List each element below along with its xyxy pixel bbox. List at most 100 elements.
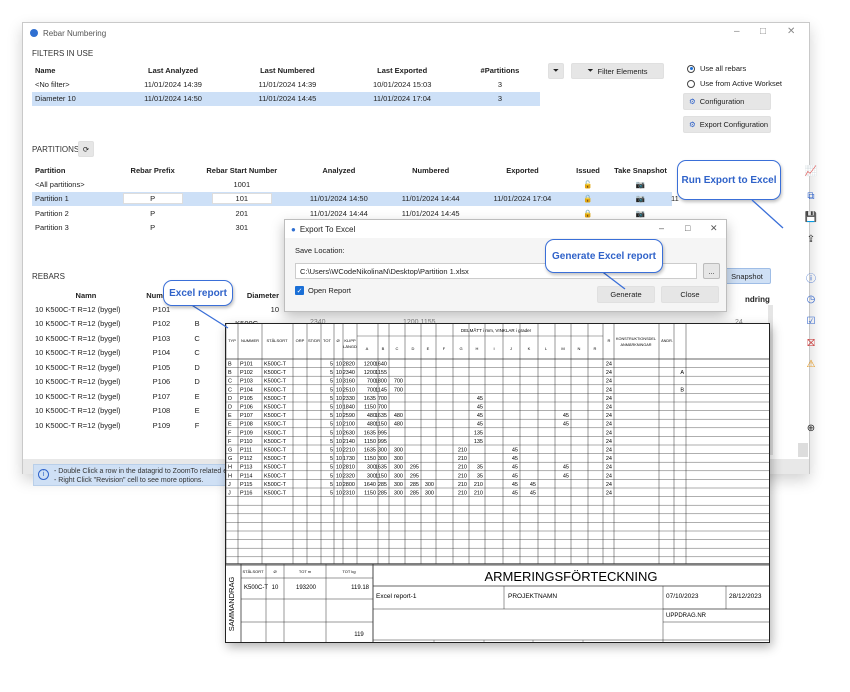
configuration-button[interactable]: ⚙ Configuration bbox=[683, 93, 771, 110]
report-cell: E bbox=[228, 413, 232, 419]
table-row[interactable]: <No filter> 11/01/2024 14:39 11/01/2024 14… bbox=[32, 77, 540, 92]
col-header: Last Numbered bbox=[260, 65, 315, 75]
window-title: Rebar Numbering bbox=[43, 28, 107, 38]
report-header: KONSTRUKTIONSDEL bbox=[616, 337, 656, 341]
report-cell: 300 bbox=[394, 473, 403, 479]
prefix-input[interactable]: P bbox=[122, 193, 183, 205]
report-cell: K500C-T bbox=[264, 405, 287, 411]
report-header: LÄNGD bbox=[343, 344, 357, 349]
column-header-ndring: ndring bbox=[745, 295, 770, 304]
col-header: Analyzed bbox=[322, 165, 356, 175]
report-cell: K500C-T bbox=[264, 422, 287, 428]
filter-elements-button[interactable]: ⏷ Filter Elements bbox=[571, 63, 664, 79]
callout-run-export: Run Export to Excel bbox=[677, 160, 781, 200]
report-cell: 1640 bbox=[375, 362, 387, 368]
report-cell: 45 bbox=[477, 396, 483, 402]
check-icon[interactable]: ☑ bbox=[803, 313, 819, 329]
side-panel-button[interactable] bbox=[798, 443, 808, 457]
report-header: DELMÅTT i mm, VINKLAR i grader bbox=[461, 327, 532, 333]
cell: Partition 1 bbox=[32, 191, 116, 206]
report-cell: 45 bbox=[512, 473, 518, 479]
cell: 10 K500C-T R=12 (bygel) bbox=[35, 304, 121, 314]
report-cell: UPPDRAG.NR bbox=[666, 613, 707, 619]
radio-active-workset[interactable]: Use from Active Workset bbox=[687, 79, 782, 88]
cell: P bbox=[150, 223, 156, 233]
lock-icon: 🔒 bbox=[567, 191, 609, 206]
warning-icon[interactable]: ⚠ bbox=[803, 356, 819, 372]
chart-icon[interactable]: 📈 bbox=[803, 163, 819, 179]
save-icon[interactable]: 💾 bbox=[803, 209, 819, 225]
dialog-minimize-button[interactable]: – bbox=[659, 223, 664, 233]
dialog-close-text-button[interactable]: Close bbox=[661, 286, 719, 303]
col-header: Exported bbox=[506, 165, 539, 175]
info-line: - Right Click "Revision" cell to see mor… bbox=[54, 477, 204, 484]
filter-icon-button[interactable]: ⏷ bbox=[548, 63, 564, 79]
report-cell: 2320 bbox=[343, 473, 355, 479]
report-cell: 285 bbox=[378, 482, 387, 488]
report-cell: P105 bbox=[240, 396, 253, 402]
configuration-label: Configuration bbox=[699, 97, 745, 106]
report-cell: H bbox=[228, 465, 232, 471]
report-cell: 295 bbox=[410, 465, 419, 471]
cell: Diameter 10 bbox=[32, 91, 116, 106]
report-header: K bbox=[528, 346, 531, 351]
cell: 10 K500C-T R=12 (bygel) bbox=[35, 420, 121, 430]
col-header: Partition bbox=[35, 165, 66, 175]
close-button[interactable]: ✕ bbox=[787, 26, 795, 37]
snapshot-button[interactable]: Snapshot bbox=[723, 268, 771, 284]
report-cell: H bbox=[228, 473, 232, 479]
camera-icon[interactable]: 📷 bbox=[609, 177, 672, 192]
report-cell: 24 bbox=[606, 379, 612, 385]
report-header: M bbox=[561, 346, 564, 351]
report-cell: 300 bbox=[394, 448, 403, 454]
start-number-input[interactable]: 101 bbox=[211, 193, 272, 205]
report-cell: 10 bbox=[336, 482, 342, 488]
cell: D bbox=[194, 362, 200, 372]
report-cell: 10 bbox=[336, 491, 342, 497]
report-cell: P104 bbox=[240, 387, 253, 393]
dialog-close-button[interactable]: ✕ bbox=[710, 223, 718, 234]
table-row[interactable]: Partition 1 P 101 11/01/2024 14:50 11/01/202… bbox=[32, 191, 672, 206]
report-cell: G bbox=[228, 456, 232, 462]
report-cell: 10 bbox=[336, 405, 342, 411]
export-icon[interactable]: ⇪ bbox=[803, 231, 819, 247]
report-cell: 285 bbox=[410, 482, 419, 488]
dialog-maximize-button[interactable]: □ bbox=[685, 223, 690, 233]
export-configuration-button[interactable]: ⚙ Export Configuration bbox=[683, 116, 771, 133]
maximize-button[interactable]: □ bbox=[760, 26, 766, 37]
table-row[interactable]: 10 K500C-T R=12 (bygel) P101 10 bbox=[32, 302, 282, 317]
cell: 10 K500C-T R=12 (bygel) bbox=[35, 391, 121, 401]
report-cell: 210 bbox=[458, 491, 467, 497]
report-header: R bbox=[594, 346, 597, 351]
minimize-button[interactable]: – bbox=[734, 26, 740, 37]
browse-button[interactable]: ... bbox=[703, 263, 720, 279]
table-row[interactable]: Diameter 10 11/01/2024 14:50 11/01/2024 14… bbox=[32, 91, 540, 106]
generate-button[interactable]: Generate bbox=[597, 286, 655, 303]
report-cell: B bbox=[228, 370, 232, 376]
copy-icon[interactable]: ⧉ bbox=[803, 188, 819, 204]
report-cell: 210 bbox=[474, 491, 483, 497]
report-header: ORP bbox=[296, 338, 305, 343]
refresh-button[interactable]: ⟳ bbox=[78, 141, 94, 157]
open-report-checkbox[interactable]: ✓ Open Report bbox=[295, 286, 351, 295]
report-cell: 119.18 bbox=[351, 585, 370, 591]
report-cell: 45 bbox=[512, 448, 518, 454]
cell: C bbox=[194, 348, 200, 358]
report-cell: D bbox=[228, 405, 232, 411]
report-cell: 3160 bbox=[343, 379, 355, 385]
report-header: TOT m bbox=[299, 569, 312, 574]
report-cell: 5 bbox=[330, 370, 333, 376]
table-row[interactable]: <All partitions> 1001 🔓 📷 bbox=[32, 177, 672, 192]
radio-use-all[interactable]: Use all rebars bbox=[687, 64, 746, 73]
error-icon[interactable]: ⛝ bbox=[803, 335, 819, 351]
report-cell: 45 bbox=[512, 465, 518, 471]
clock-icon[interactable]: ◷ bbox=[803, 291, 819, 307]
zoom-icon[interactable]: ⊕ bbox=[803, 420, 819, 436]
report-cell: 5 bbox=[330, 465, 333, 471]
camera-icon[interactable]: 📷 bbox=[608, 191, 672, 206]
cell: <All partitions> bbox=[35, 179, 85, 189]
report-cell: F bbox=[228, 430, 232, 436]
report-cell: E bbox=[228, 422, 232, 428]
info-icon[interactable]: ⓘ bbox=[803, 269, 819, 285]
filter-icon: ⏷ bbox=[587, 66, 594, 75]
